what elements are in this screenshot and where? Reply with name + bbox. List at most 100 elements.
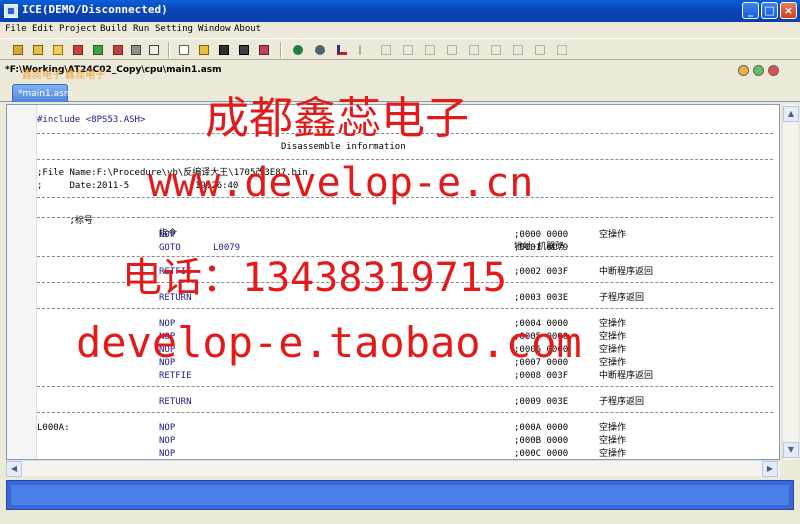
code-line: NOP ;000B 0000 空操作	[37, 435, 773, 448]
build-icon[interactable]	[90, 42, 106, 58]
document-header: *F:\Working\AT24C02_Copy\cpu\main1.asm	[0, 60, 800, 80]
maximize-button[interactable]: □	[761, 2, 778, 19]
search-icon[interactable]	[290, 42, 306, 58]
separator-line	[37, 386, 773, 387]
code-instruction: RETURN	[159, 397, 192, 407]
step-over-disabled-icon[interactable]	[400, 42, 416, 58]
code-address: ;0002 003F	[514, 267, 569, 277]
code-address: ;0003 003E	[514, 293, 569, 303]
minimize-document-button[interactable]	[738, 65, 749, 76]
menu-about[interactable]: About	[234, 24, 261, 34]
target-icon[interactable]	[312, 42, 328, 58]
window-title: ICE(DEMO/Disconnected)	[22, 3, 168, 16]
separator-line	[37, 217, 773, 218]
step-into-icon[interactable]	[334, 42, 350, 58]
code-instruction: NOP	[159, 423, 176, 433]
menu-edit[interactable]: Edit	[32, 24, 54, 34]
code-line: L000A: NOP ;000A 0000 空操作	[37, 422, 773, 435]
disasm-header: Disassemble information	[275, 141, 412, 154]
output-panel[interactable]	[6, 480, 794, 510]
include-directive: #include <8PS53.ASH>	[37, 115, 146, 125]
run-disabled-icon[interactable]	[356, 42, 372, 58]
open-project-icon[interactable]	[10, 42, 26, 58]
go-disabled-icon[interactable]	[488, 42, 504, 58]
tab-main1-asm[interactable]: *main1.asm	[12, 84, 73, 102]
code-comment: 空操作	[599, 436, 627, 446]
register-disabled-icon[interactable]	[532, 42, 548, 58]
app-icon	[4, 4, 18, 18]
menu-bar: File Edit Project Build Run Setting Wind…	[0, 22, 800, 38]
open-file-icon[interactable]	[196, 42, 212, 58]
code-line: NOP ;000C 0000 空操作	[37, 448, 773, 459]
date-line: ; Date:2011-5 19:26:40	[37, 180, 238, 193]
column-header: ;标号 指令 地址-机器码	[37, 202, 773, 252]
code-comment: 空操作	[599, 345, 627, 355]
save-file-icon[interactable]	[216, 42, 232, 58]
code-instruction: RETFIE	[159, 371, 192, 381]
save-project-icon[interactable]	[30, 42, 46, 58]
code-address: ;0009 003E	[514, 397, 569, 407]
code-line: RETURN ;0003 003E 子程序返回	[37, 292, 773, 305]
toolbar	[0, 38, 800, 60]
stop-disabled-icon[interactable]	[378, 42, 394, 58]
code-comment: 空操作	[599, 449, 627, 459]
reset-disabled-icon[interactable]	[444, 42, 460, 58]
menu-file[interactable]: File	[5, 24, 27, 34]
menu-project[interactable]: Project	[59, 24, 97, 34]
rebuild-icon[interactable]	[110, 42, 126, 58]
menu-window[interactable]: Window	[198, 24, 231, 34]
code-address: ;0000 0000	[514, 230, 569, 240]
tab-strip: *main1.asm	[0, 80, 800, 102]
code-line-include: #include <8PS53.ASH>	[37, 114, 145, 127]
scroll-left-button[interactable]: ◀	[6, 461, 22, 477]
project-settings-icon[interactable]	[70, 42, 86, 58]
separator-line	[37, 133, 773, 134]
scroll-down-button[interactable]: ▼	[783, 442, 799, 458]
separator-line	[37, 412, 773, 413]
output-content	[11, 485, 789, 505]
save-all-icon[interactable]	[236, 42, 252, 58]
scroll-right-button[interactable]: ▶	[762, 461, 778, 477]
code-instruction: NOP	[159, 358, 176, 368]
close-document-button[interactable]	[768, 65, 779, 76]
horizontal-scrollbar[interactable]: ◀ ▶	[6, 460, 780, 477]
restore-document-button[interactable]	[753, 65, 764, 76]
editor-gutter	[7, 105, 37, 459]
step-out-disabled-icon[interactable]	[422, 42, 438, 58]
code-comment: 空操作	[599, 319, 627, 329]
menu-run[interactable]: Run	[133, 24, 149, 34]
print-icon[interactable]	[256, 42, 272, 58]
separator-line	[37, 197, 773, 198]
code-line: NOP ;0006 0000 空操作	[37, 344, 773, 357]
corner-watermark: 鑫蕊电子 鑫蕊电子	[22, 70, 106, 81]
new-project-icon[interactable]	[50, 42, 66, 58]
menu-build[interactable]: Build	[100, 24, 127, 34]
code-line: NOP ;0004 0000 空操作	[37, 318, 773, 331]
minimize-button[interactable]: _	[742, 2, 759, 19]
code-operand: L0079	[213, 243, 241, 253]
code-address: ;000C 0000	[514, 449, 569, 459]
code-address: ;0005 0000	[514, 332, 569, 342]
code-address: ;000A 0000	[514, 423, 569, 433]
code-comment: 子程序返回	[599, 293, 645, 303]
code-line: NOP ;0005 0000 空操作	[37, 331, 773, 344]
code-label: L000A:	[37, 423, 70, 433]
vertical-scrollbar[interactable]: ▲ ▼	[782, 104, 799, 460]
breakpoint-disabled-icon[interactable]	[466, 42, 482, 58]
code-line: NOP ;0000 0000 空操作	[37, 229, 773, 242]
new-file-icon[interactable]	[176, 42, 192, 58]
window-layout-icon[interactable]	[146, 42, 162, 58]
close-button[interactable]: ×	[780, 2, 797, 19]
memory-disabled-icon[interactable]	[554, 42, 570, 58]
menu-setting[interactable]: Setting	[155, 24, 193, 34]
date-time: 19:26:40	[195, 181, 239, 191]
code-comment: 空操作	[599, 230, 627, 240]
code-editor[interactable]: #include <8PS53.ASH> Disassemble informa…	[6, 104, 780, 460]
scroll-up-button[interactable]: ▲	[783, 106, 799, 122]
watch-disabled-icon[interactable]	[510, 42, 526, 58]
compile-icon[interactable]	[128, 42, 144, 58]
code-line: RETFIE ;0002 003F 中断程序返回	[37, 266, 773, 279]
code-address: ;0008 003F	[514, 371, 569, 381]
code-instruction: NOP	[159, 436, 176, 446]
code-address: ;000B 0000	[514, 436, 569, 446]
